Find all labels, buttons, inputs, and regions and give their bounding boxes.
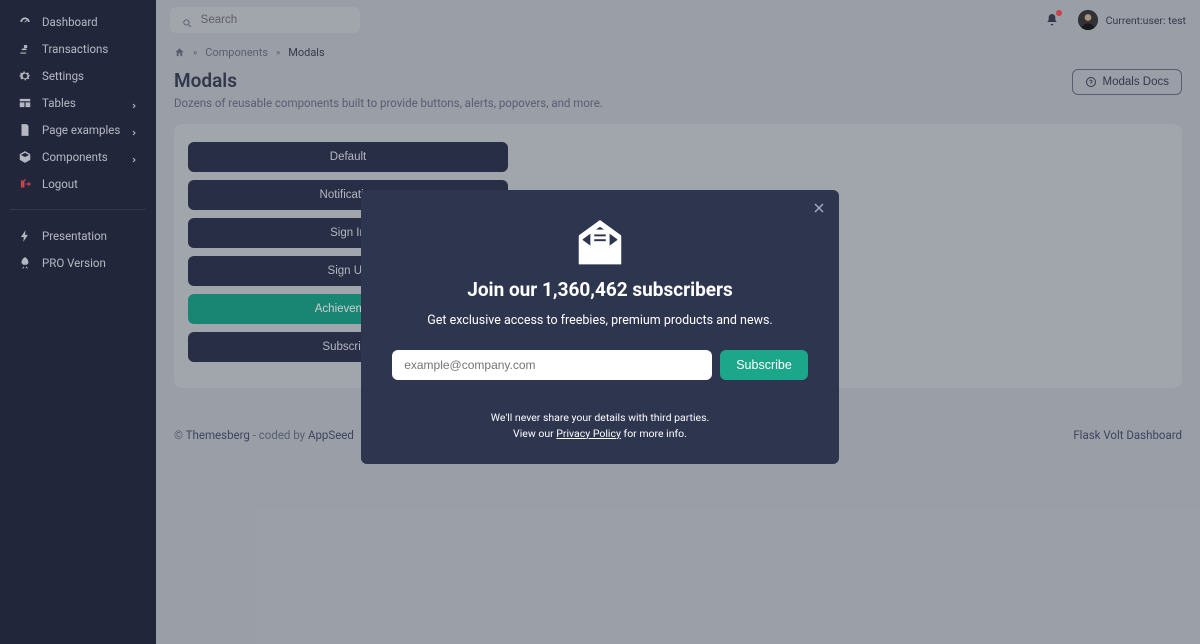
envelope-open-icon <box>575 220 625 268</box>
close-button[interactable] <box>811 200 827 216</box>
fineprint-pre: View our <box>513 427 556 440</box>
subscribe-modal: Join our 1,360,462 subscribers Get exclu… <box>361 190 839 464</box>
subscribe-button[interactable]: Subscribe <box>720 350 808 380</box>
fineprint-post: for more info. <box>621 427 687 440</box>
modal-title: Join our 1,360,462 subscribers <box>385 278 815 301</box>
privacy-policy-link[interactable]: Privacy Policy <box>556 427 621 440</box>
modal-lead: Get exclusive access to freebies, premiu… <box>385 313 815 328</box>
modal-fineprint: We'll never share your details with thir… <box>385 410 815 442</box>
email-input[interactable] <box>392 350 712 380</box>
fineprint-line1: We'll never share your details with thir… <box>385 410 815 426</box>
